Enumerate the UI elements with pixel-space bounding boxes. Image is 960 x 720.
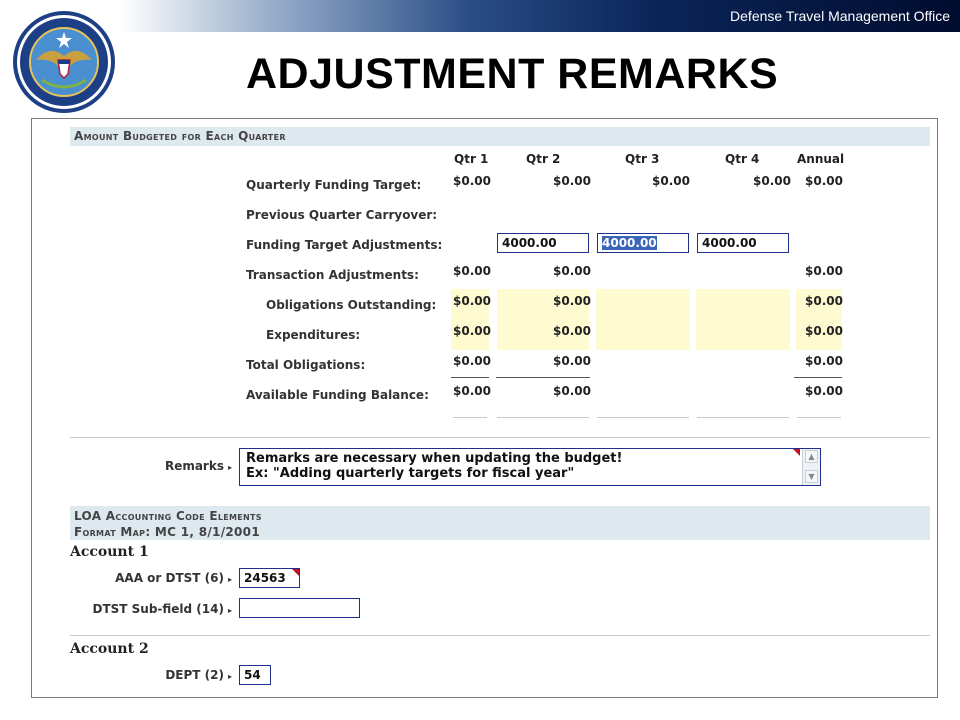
- label-quarterly-funding-target: Quarterly Funding Target:: [246, 178, 422, 192]
- account-divider: [70, 635, 930, 636]
- label-available-funding-balance: Available Funding Balance:: [246, 388, 429, 402]
- remarks-label: Remarks ▸: [142, 459, 232, 473]
- total-underline-annual: [797, 417, 841, 418]
- office-name: Defense Travel Management Office: [730, 8, 950, 24]
- loa-format-map: Format Map: MC 1, 8/1/2001: [74, 525, 260, 539]
- dtst-subfield-label: DTST Sub-field (14) ▸: [72, 602, 232, 616]
- obligations-outstanding-qtr2: $0.00: [553, 294, 591, 308]
- expenditures-annual: $0.00: [805, 324, 843, 338]
- scroll-up-icon[interactable]: ▲: [805, 450, 818, 463]
- expenditures-qtr1: $0.00: [453, 324, 491, 338]
- aaa-dtst-label: AAA or DTST (6) ▸: [72, 571, 232, 585]
- total-underline-qtr2: [497, 417, 589, 418]
- column-header-annual: Annual: [797, 152, 845, 166]
- dtst-subfield-label-text: DTST Sub-field (14): [92, 602, 224, 616]
- remarks-textarea[interactable]: Remarks are necessary when updating the …: [239, 448, 821, 486]
- obligations-outstanding-annual: $0.00: [805, 294, 843, 308]
- total-obligations-annual: $0.00: [805, 354, 843, 368]
- section-header-loa: LOA Accounting Code Elements Format Map:…: [70, 506, 930, 540]
- caret-right-icon: ▸: [227, 463, 232, 472]
- label-obligations-outstanding: Obligations Outstanding:: [266, 298, 437, 312]
- subtotal-rule-annual: [794, 377, 842, 378]
- dod-seal-logo: [13, 11, 115, 113]
- scroll-down-icon[interactable]: ▼: [805, 470, 818, 483]
- expenditures-qtr2: $0.00: [553, 324, 591, 338]
- column-header-qtr1: Qtr 1: [454, 152, 489, 166]
- label-total-obligations: Total Obligations:: [246, 358, 366, 372]
- quarterly-target-qtr4: $0.00: [753, 174, 791, 188]
- column-header-qtr2: Qtr 2: [526, 152, 561, 166]
- transaction-adj-qtr2: $0.00: [553, 264, 591, 278]
- remarks-line-1: Remarks are necessary when updating the …: [246, 451, 623, 466]
- total-obligations-qtr1: $0.00: [453, 354, 491, 368]
- aaa-dtst-value: 24563: [244, 571, 286, 585]
- obligations-outstanding-qtr1: $0.00: [453, 294, 491, 308]
- total-underline-qtr3: [597, 417, 689, 418]
- funding-adjustment-input-qtr3[interactable]: 4000.00: [597, 233, 689, 253]
- remarks-label-text: Remarks: [164, 459, 224, 473]
- account-2-heading: Account 2: [70, 641, 149, 657]
- quarterly-target-annual: $0.00: [805, 174, 843, 188]
- subtotal-rule-qtr2: [496, 377, 590, 378]
- section-header-budget: Amount Budgeted for Each Quarter: [70, 127, 930, 146]
- required-field-marker: [793, 449, 800, 456]
- aaa-dtst-label-text: AAA or DTST (6): [115, 571, 224, 585]
- required-field-marker: [292, 569, 299, 576]
- label-previous-quarter-carryover: Previous Quarter Carryover:: [246, 208, 438, 222]
- remarks-line-2: Ex: "Adding quarterly targets for fiscal…: [246, 466, 575, 481]
- remarks-scrollbar[interactable]: ▲ ▼: [802, 449, 820, 485]
- funding-adjustment-input-qtr4[interactable]: 4000.00: [697, 233, 789, 253]
- label-transaction-adjustments: Transaction Adjustments:: [246, 268, 419, 282]
- transaction-adj-annual: $0.00: [805, 264, 843, 278]
- dept-label-text: DEPT (2): [165, 668, 224, 682]
- caret-right-icon: ▸: [227, 606, 232, 615]
- funding-adjustment-input-qtr2[interactable]: 4000.00: [497, 233, 589, 253]
- total-underline-qtr1: [453, 417, 487, 418]
- slide-title: ADJUSTMENT REMARKS: [246, 50, 779, 98]
- transaction-adj-qtr1: $0.00: [453, 264, 491, 278]
- label-funding-target-adjustments: Funding Target Adjustments:: [246, 238, 443, 252]
- aaa-dtst-input[interactable]: 24563: [239, 568, 300, 588]
- total-obligations-qtr2: $0.00: [553, 354, 591, 368]
- budget-form-screenshot: Amount Budgeted for Each Quarter Qtr 1 Q…: [31, 118, 938, 698]
- quarterly-target-qtr1: $0.00: [453, 174, 491, 188]
- caret-right-icon: ▸: [227, 575, 232, 584]
- account-1-heading: Account 1: [70, 544, 149, 560]
- total-underline-qtr4: [697, 417, 789, 418]
- section-divider: [70, 437, 930, 438]
- label-expenditures: Expenditures:: [266, 328, 361, 342]
- quarterly-target-qtr2: $0.00: [553, 174, 591, 188]
- selected-input-text: 4000.00: [602, 236, 657, 250]
- highlight-qtr4: [696, 289, 790, 350]
- quarterly-target-qtr3: $0.00: [652, 174, 690, 188]
- dept-input[interactable]: 54: [239, 665, 271, 685]
- dtst-subfield-input[interactable]: [239, 598, 360, 618]
- loa-section-title: LOA Accounting Code Elements: [74, 509, 262, 523]
- column-header-qtr3: Qtr 3: [625, 152, 660, 166]
- caret-right-icon: ▸: [227, 672, 232, 681]
- subtotal-rule-qtr1: [451, 377, 489, 378]
- column-header-qtr4: Qtr 4: [725, 152, 760, 166]
- available-balance-qtr2: $0.00: [553, 384, 591, 398]
- highlight-qtr3: [596, 289, 690, 350]
- available-balance-qtr1: $0.00: [453, 384, 491, 398]
- dept-label: DEPT (2) ▸: [72, 668, 232, 682]
- available-balance-annual: $0.00: [805, 384, 843, 398]
